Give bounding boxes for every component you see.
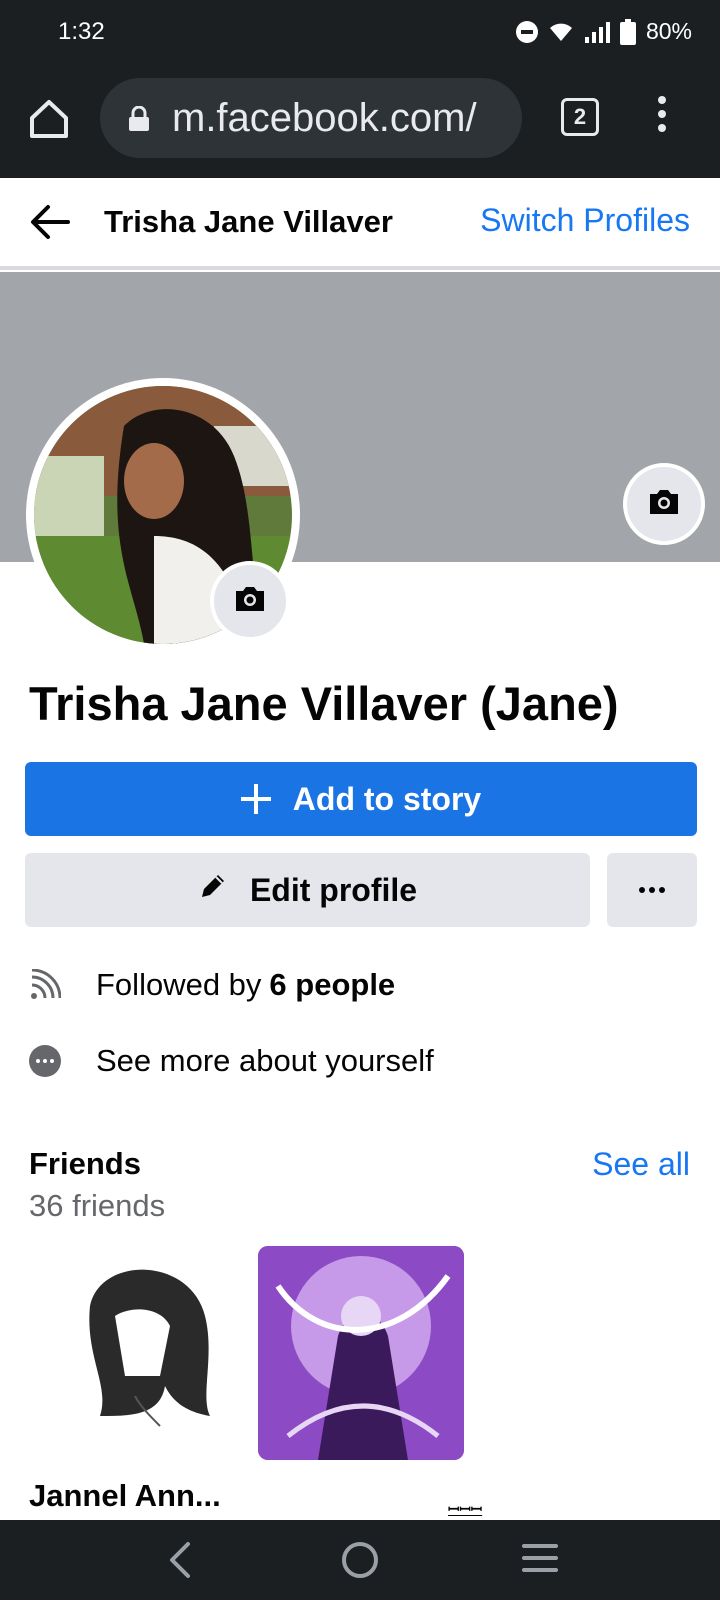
edit-cover-button[interactable]: [623, 463, 705, 545]
plus-icon: [240, 784, 271, 814]
nav-recents-icon[interactable]: [522, 1544, 558, 1576]
address-bar[interactable]: m.facebook.com/: [100, 78, 522, 158]
battery-level: 80%: [645, 18, 692, 44]
followed-by-label: Followed by: [96, 967, 262, 1002]
friend-photo-2[interactable]: [258, 1246, 464, 1460]
nav-home-icon[interactable]: [342, 1542, 378, 1578]
system-nav-bar: [0, 1520, 720, 1600]
lock-icon: [128, 105, 150, 132]
menu-icon[interactable]: [652, 96, 672, 140]
see-all-friends-link[interactable]: See all: [592, 1146, 690, 1183]
friend-name-1[interactable]: Jannel Ann...: [29, 1478, 221, 1514]
friends-count: 36 friends: [29, 1188, 166, 1223]
friends-title: Friends: [29, 1146, 141, 1181]
more-options-button[interactable]: [607, 853, 697, 927]
rss-icon: [28, 968, 62, 1002]
battery-icon: [619, 18, 636, 45]
more-dots-icon: [639, 887, 645, 893]
camera-icon: [647, 488, 681, 521]
status-icons: 80%: [515, 18, 692, 45]
follower-count: 6 people: [269, 967, 396, 1002]
header-title: Trisha Jane Villaver: [104, 204, 393, 239]
more-circle-icon: [29, 1045, 61, 1077]
profile-name: Trisha Jane Villaver (Jane): [29, 677, 619, 730]
profile-header: Trisha Jane Villaver Switch Profiles: [0, 178, 720, 270]
status-time: 1:32: [58, 18, 105, 45]
signal-icon: [584, 21, 610, 43]
do-not-disturb-icon: [515, 20, 538, 43]
see-more-label: See more about yourself: [96, 1043, 434, 1078]
friend-photo-1[interactable]: [40, 1246, 246, 1460]
friend-name-2[interactable]: ꟷꟷꟷ: [448, 1500, 482, 1519]
camera-icon: [233, 585, 267, 618]
nav-back-icon[interactable]: [164, 1540, 196, 1580]
tabs-icon[interactable]: 2: [561, 98, 599, 136]
wifi-icon: [548, 21, 574, 43]
followers-row[interactable]: Followed by 6 people: [28, 960, 688, 1010]
browser-toolbar: m.facebook.com/ 2: [0, 66, 720, 178]
add-to-story-button[interactable]: Add to story: [25, 762, 697, 836]
back-arrow-icon[interactable]: [28, 202, 72, 242]
status-bar: 1:32 80%: [0, 0, 720, 66]
url-text: m.facebook.com/: [172, 96, 477, 140]
edit-profile-button[interactable]: Edit profile: [25, 853, 590, 927]
edit-profile-picture-button[interactable]: [210, 561, 290, 641]
home-icon[interactable]: [26, 96, 72, 142]
edit-profile-label: Edit profile: [249, 871, 418, 908]
pencil-icon: [198, 871, 228, 909]
switch-profiles-link[interactable]: Switch Profiles: [480, 202, 690, 239]
add-to-story-label: Add to story: [292, 780, 482, 817]
see-more-about-row[interactable]: See more about yourself: [28, 1036, 688, 1086]
